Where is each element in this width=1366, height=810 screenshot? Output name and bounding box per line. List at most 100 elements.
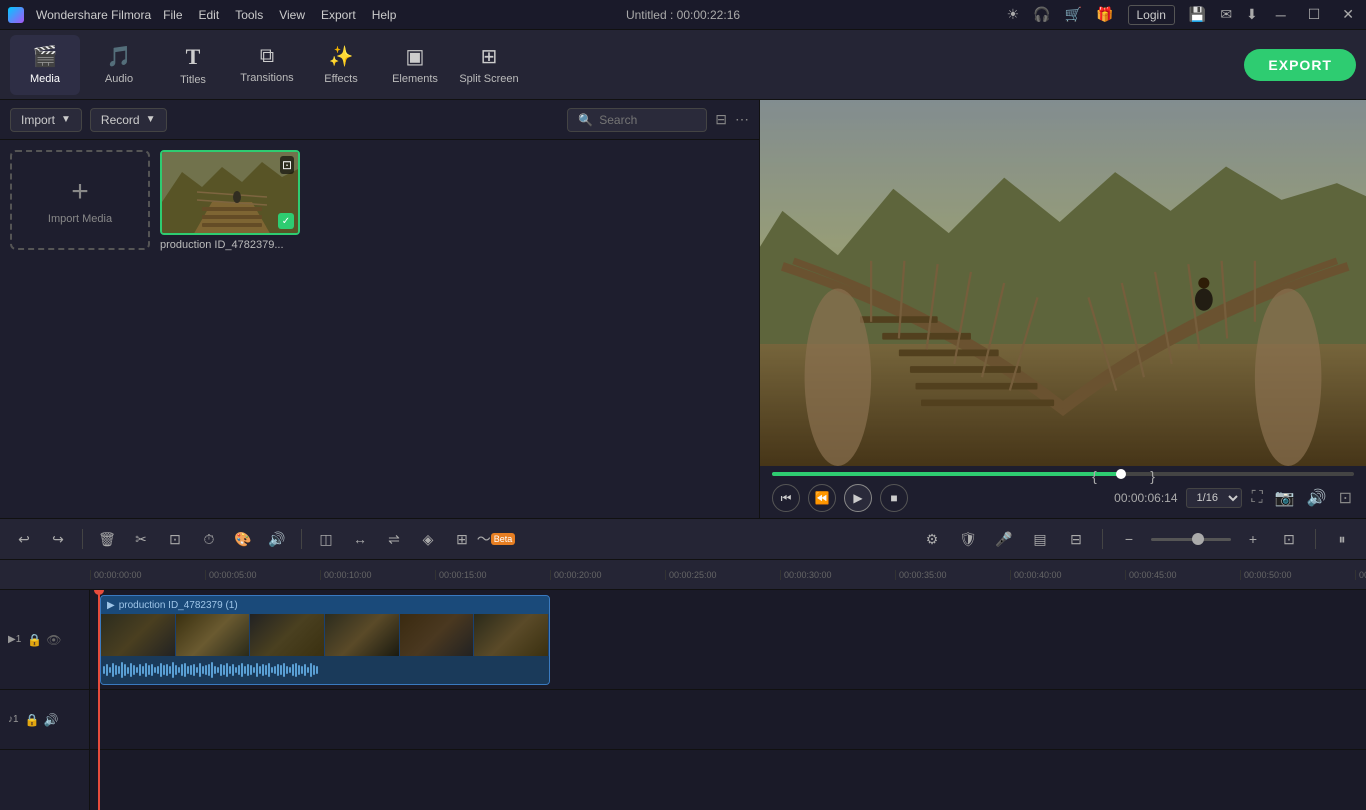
- filter-icon[interactable]: ⊟: [715, 111, 727, 128]
- waveform-bar: [112, 663, 114, 677]
- menu-export[interactable]: Export: [321, 8, 356, 22]
- import-media-placeholder[interactable]: + Import Media: [10, 150, 150, 250]
- waveform-bar: [265, 665, 267, 675]
- menu-view[interactable]: View: [279, 8, 305, 22]
- maximize-button[interactable]: ☐: [1304, 6, 1325, 23]
- play-button[interactable]: ▶: [844, 484, 872, 512]
- redo-button[interactable]: ↪: [44, 525, 72, 553]
- waveform-bar: [163, 665, 165, 675]
- app-name: Wondershare Filmora: [36, 8, 151, 22]
- waveform-bar: [166, 664, 168, 676]
- waveform-bar: [145, 663, 147, 677]
- stop-button[interactable]: ■: [880, 484, 908, 512]
- fullscreen-icon[interactable]: ⛶: [1250, 487, 1265, 509]
- timeline-ruler: 00:00:00:0000:00:05:0000:00:10:0000:00:1…: [0, 560, 1366, 590]
- split-button[interactable]: ◫: [312, 525, 340, 553]
- login-button[interactable]: Login: [1128, 5, 1175, 25]
- zoom-fit-icon[interactable]: ⊡: [1275, 525, 1303, 553]
- zoom-in-icon[interactable]: +: [1239, 525, 1267, 553]
- playback-row: ⏮ ⏪ ▶ ■ 00:00:06:14 1/16 ⛶ 📷 🔊 ⊡: [772, 484, 1354, 512]
- timeline-settings-icon[interactable]: ⚙: [918, 525, 946, 553]
- timeline-body: ▶1 🔒 👁 ♪1 🔒 🔊: [0, 590, 1366, 810]
- waveform-bar: [184, 663, 186, 677]
- progress-thumb: [1116, 469, 1126, 479]
- waveform-bar: [136, 667, 138, 673]
- gift-icon[interactable]: 🎁: [1096, 6, 1113, 23]
- waveform-bar: [118, 666, 120, 674]
- sun-icon[interactable]: ☀: [1007, 6, 1020, 23]
- waveform-bar: [229, 666, 231, 674]
- audio-adjust-button[interactable]: 🔊: [263, 525, 291, 553]
- waveform-bar: [220, 664, 222, 676]
- waveform-bar: [109, 667, 111, 673]
- headphone-icon[interactable]: 🎧: [1033, 6, 1050, 23]
- playhead[interactable]: [98, 590, 100, 810]
- zoom-slider[interactable]: [1151, 538, 1231, 541]
- export-button[interactable]: EXPORT: [1244, 49, 1356, 81]
- mail-icon[interactable]: ✉: [1220, 6, 1232, 23]
- video-clip[interactable]: ▶ production ID_4782379 (1): [100, 595, 550, 685]
- menu-tools[interactable]: Tools: [235, 8, 263, 22]
- preview-panel: { } ⏮ ⏪ ▶ ■ 00:00:06:14 1/16 ⛶ 📷 🔊: [760, 100, 1366, 518]
- toolbar-media[interactable]: 🎬 Media: [10, 35, 80, 95]
- pause-record-icon[interactable]: ⏸: [1328, 525, 1356, 553]
- waveform-bar: [157, 666, 159, 674]
- flip-button[interactable]: ⇌: [380, 525, 408, 553]
- toolbar-audio[interactable]: 🎵 Audio: [84, 35, 154, 95]
- delete-button[interactable]: 🗑: [93, 525, 121, 553]
- menu-edit[interactable]: Edit: [199, 8, 220, 22]
- protect-icon[interactable]: 🛡: [954, 525, 982, 553]
- grid-view-icon[interactable]: ⋯: [735, 111, 749, 128]
- stabilize-button[interactable]: ⊞: [448, 525, 476, 553]
- voiceover-icon[interactable]: 🎤: [990, 525, 1018, 553]
- minimize-button[interactable]: ─: [1272, 7, 1290, 23]
- zoom-out-icon[interactable]: −: [1115, 525, 1143, 553]
- waveform-bar: [139, 664, 141, 676]
- transform-button[interactable]: ↔: [346, 525, 374, 553]
- toolbar-elements[interactable]: ▣ Elements: [380, 35, 450, 95]
- clip-frame-4: [325, 614, 400, 656]
- toolbar-splitscreen[interactable]: ⊞ Split Screen: [454, 35, 524, 95]
- quality-select[interactable]: 1/16: [1186, 488, 1242, 508]
- waveform-bar: [250, 665, 252, 675]
- waveform-bar: [253, 667, 255, 673]
- timecode-display: 00:00:06:14: [1114, 491, 1177, 505]
- fit-screen-icon[interactable]: ⊡: [1337, 486, 1354, 510]
- search-input[interactable]: [599, 113, 696, 127]
- beta-button[interactable]: 〜Beta: [482, 525, 510, 553]
- screenshot-icon[interactable]: 📷: [1273, 486, 1297, 510]
- media-item[interactable]: ⊡ ✓ production ID_4782379...: [160, 150, 300, 251]
- waveform-bar: [274, 666, 276, 674]
- toolbar-separator-2: [301, 529, 302, 549]
- playback-right: 00:00:06:14 1/16 ⛶ 📷 🔊 ⊡: [1114, 486, 1354, 510]
- audio-lock-icon[interactable]: 🔒: [25, 713, 40, 727]
- audio-volume-icon[interactable]: 🔊: [44, 713, 59, 727]
- shopping-icon[interactable]: 🛒: [1065, 6, 1082, 23]
- speed-button[interactable]: ⏱: [195, 525, 223, 553]
- menu-help[interactable]: Help: [372, 8, 397, 22]
- volume-icon[interactable]: 🔊: [1305, 486, 1329, 510]
- import-dropdown[interactable]: Import ▼: [10, 108, 82, 132]
- subtitle-icon[interactable]: ⊟: [1062, 525, 1090, 553]
- waveform-bar: [244, 666, 246, 674]
- color-button[interactable]: 🎨: [229, 525, 257, 553]
- download-icon[interactable]: ⬇: [1246, 6, 1258, 23]
- crop-button[interactable]: ⊡: [161, 525, 189, 553]
- save-icon[interactable]: 💾: [1189, 6, 1206, 23]
- toolbar-effects[interactable]: ✨ Effects: [306, 35, 376, 95]
- toolbar-transitions[interactable]: ⧉ Transitions: [232, 35, 302, 95]
- cut-button[interactable]: ✂: [127, 525, 155, 553]
- frame-back-button[interactable]: ⏪: [808, 484, 836, 512]
- video-eye-icon[interactable]: 👁: [46, 633, 61, 647]
- track-labels: ▶1 🔒 👁 ♪1 🔒 🔊: [0, 590, 90, 810]
- undo-button[interactable]: ↩: [10, 525, 38, 553]
- layout-icon[interactable]: ▤: [1026, 525, 1054, 553]
- menu-file[interactable]: File: [163, 8, 182, 22]
- filter-button[interactable]: ◈: [414, 525, 442, 553]
- progress-bar[interactable]: { }: [772, 472, 1354, 476]
- record-dropdown[interactable]: Record ▼: [90, 108, 167, 132]
- close-button[interactable]: ✕: [1338, 6, 1358, 23]
- step-back-button[interactable]: ⏮: [772, 484, 800, 512]
- video-lock-icon[interactable]: 🔒: [27, 633, 42, 647]
- toolbar-titles[interactable]: T Titles: [158, 35, 228, 95]
